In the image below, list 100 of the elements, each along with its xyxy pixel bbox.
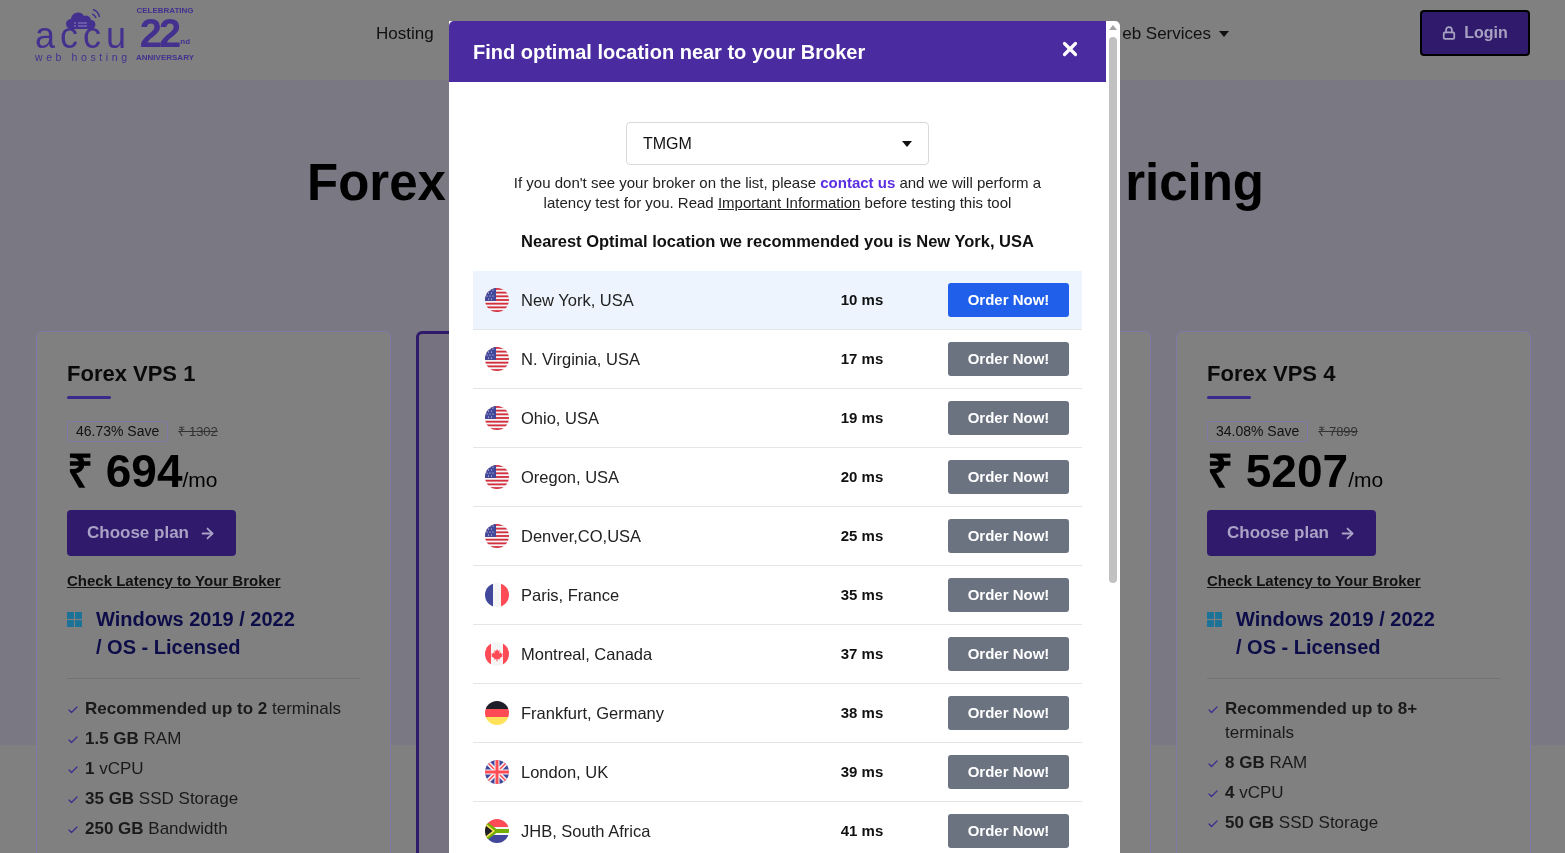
latency-value: 17 ms bbox=[840, 348, 884, 369]
france-flag-icon bbox=[485, 583, 509, 607]
modal-title: Find optimal location near to your Broker bbox=[473, 39, 866, 65]
order-button[interactable]: Order Now! bbox=[948, 283, 1069, 317]
title-accent-bar bbox=[67, 396, 111, 399]
feature-text: 8 GB RAM bbox=[1225, 753, 1308, 772]
check-icon bbox=[67, 794, 79, 806]
broker-select[interactable]: TMGM bbox=[626, 122, 929, 165]
location-name: Frankfurt, Germany bbox=[521, 703, 665, 722]
anniversary-suffix: nd bbox=[180, 37, 191, 47]
usa-flag-icon bbox=[485, 465, 509, 489]
os-license-text: Windows 2019 / 2022 / OS - Licensed bbox=[96, 607, 296, 660]
latency-value: 10 ms bbox=[840, 289, 884, 310]
feature-text: Recommended up to 8+ terminals bbox=[1225, 699, 1418, 742]
title-accent-bar bbox=[1207, 396, 1251, 399]
price-period: /mo bbox=[1348, 468, 1384, 493]
nav-link[interactable]: eb Services bbox=[1122, 23, 1211, 45]
discount-badge: 34.08% Save bbox=[1207, 421, 1309, 442]
page-title: ricing bbox=[1125, 153, 1264, 213]
location-name: N. Virginia, USA bbox=[521, 349, 640, 368]
latency-value: 39 ms bbox=[840, 761, 884, 782]
caret-down-icon bbox=[902, 140, 912, 147]
cloud-wifi-icon bbox=[65, 8, 101, 29]
order-button[interactable]: Order Now! bbox=[948, 519, 1069, 553]
anniversary-number: 22 bbox=[139, 15, 179, 51]
feature-text: 4 vCPU bbox=[1225, 783, 1284, 802]
location-name: Montreal, Canada bbox=[521, 644, 653, 663]
order-button[interactable]: Order Now! bbox=[948, 460, 1069, 494]
feature-text: 35 GB SSD Storage bbox=[85, 789, 239, 808]
original-price: ₹ 1302 bbox=[178, 422, 218, 441]
logo-wordmark: accu bbox=[35, 22, 132, 50]
feature-text: 1 vCPU bbox=[85, 759, 144, 778]
badge-caption: ANNIVERSARY bbox=[136, 53, 194, 62]
latency-value: 19 ms bbox=[840, 407, 884, 428]
usa-flag-icon bbox=[485, 347, 509, 371]
logo-tagline: web hosting bbox=[35, 51, 131, 63]
usa-flag-icon bbox=[485, 406, 509, 430]
latency-value: 25 ms bbox=[840, 525, 884, 546]
windows-logo-icon bbox=[1207, 612, 1222, 627]
check-icon bbox=[1207, 818, 1219, 830]
page-title: Forex bbox=[307, 153, 446, 213]
usa-flag-icon bbox=[485, 524, 509, 548]
lock-icon bbox=[1442, 26, 1457, 40]
location-name: London, UK bbox=[521, 762, 609, 781]
order-button[interactable]: Order Now! bbox=[948, 696, 1069, 730]
order-button[interactable]: Order Now! bbox=[948, 755, 1069, 789]
check-icon bbox=[67, 824, 79, 836]
check-latency-link[interactable]: Check Latency to Your Broker bbox=[1207, 571, 1421, 591]
uk-flag-icon bbox=[485, 760, 509, 784]
scrollbar-thumb[interactable] bbox=[1109, 37, 1117, 583]
order-button[interactable]: Order Now! bbox=[948, 342, 1069, 376]
feature-text: Recommended up to 2 terminals bbox=[85, 699, 341, 718]
check-icon bbox=[1207, 704, 1219, 716]
order-button[interactable]: Order Now! bbox=[948, 637, 1069, 671]
location-name: JHB, South Africa bbox=[521, 821, 651, 840]
plan-price: ₹ 694 bbox=[67, 446, 183, 496]
latency-value: 35 ms bbox=[840, 584, 884, 605]
scroll-up-arrow-icon bbox=[1109, 25, 1117, 30]
choose-plan-button[interactable]: Choose plan bbox=[67, 510, 236, 556]
check-latency-link[interactable]: Check Latency to Your Broker bbox=[67, 571, 281, 591]
latency-value: 37 ms bbox=[840, 643, 884, 664]
location-name: Oregon, USA bbox=[521, 467, 620, 486]
plan-title: Forex VPS 4 bbox=[1207, 360, 1336, 388]
scrollbar[interactable] bbox=[1106, 21, 1120, 853]
order-button[interactable]: Order Now! bbox=[948, 578, 1069, 612]
price-period: /mo bbox=[182, 468, 218, 493]
check-icon bbox=[1207, 788, 1219, 800]
windows-logo-icon bbox=[67, 612, 82, 627]
latency-value: 41 ms bbox=[840, 820, 884, 841]
check-icon bbox=[67, 734, 79, 746]
order-button[interactable]: Order Now! bbox=[948, 401, 1069, 435]
feature-text: 1.5 GB RAM bbox=[85, 729, 182, 748]
location-name: Denver,CO,USA bbox=[521, 526, 642, 545]
order-button[interactable]: Order Now! bbox=[948, 814, 1069, 848]
location-name: Ohio, USA bbox=[521, 408, 599, 427]
original-price: ₹ 7899 bbox=[1318, 422, 1358, 441]
nav-link[interactable]: Hosting bbox=[376, 23, 434, 45]
badge-caption: CELEBRATING bbox=[136, 6, 194, 15]
os-license-text: Windows 2019 / 2022 / OS - Licensed bbox=[1236, 607, 1436, 660]
latency-value: 38 ms bbox=[840, 702, 884, 723]
location-name: New York, USA bbox=[521, 290, 634, 309]
feature-text: 50 GB SSD Storage bbox=[1225, 813, 1379, 832]
choose-plan-button[interactable]: Choose plan bbox=[1207, 510, 1376, 556]
location-name: Paris, France bbox=[521, 585, 620, 604]
south-africa-flag-icon bbox=[485, 819, 509, 843]
usa-flag-icon bbox=[485, 288, 509, 312]
check-icon bbox=[67, 704, 79, 716]
broker-note: If you don't see your broker on the list, please contact us and we will perform a latency test for you. Read Important Information before testing this tool bbox=[512, 173, 1043, 213]
germany-flag-icon bbox=[485, 701, 509, 725]
plan-price: ₹ 5207 bbox=[1207, 446, 1349, 496]
contact-link[interactable]: contact us bbox=[820, 174, 896, 191]
check-icon bbox=[1207, 758, 1219, 770]
login-button[interactable]: Login bbox=[1420, 10, 1530, 56]
recommendation-text: Nearest Optimal location we recommended you is New York, USA bbox=[521, 231, 1034, 251]
latency-value: 20 ms bbox=[840, 466, 884, 487]
feature-text: 250 GB Bandwidth bbox=[85, 819, 228, 838]
discount-badge: 46.73% Save bbox=[67, 421, 169, 442]
plan-title: Forex VPS 1 bbox=[67, 360, 196, 388]
canada-flag-icon bbox=[485, 642, 509, 666]
info-link[interactable]: Important Information bbox=[717, 194, 861, 211]
